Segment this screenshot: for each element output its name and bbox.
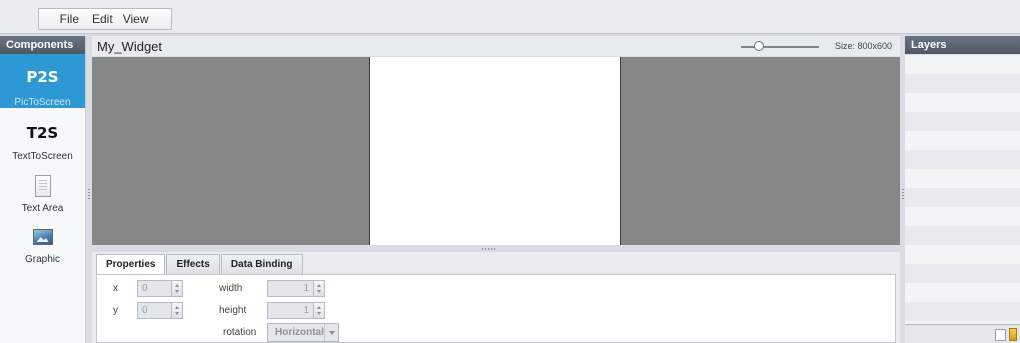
left-splitter-grip[interactable] xyxy=(88,189,90,201)
x-stepper[interactable]: 0 xyxy=(137,280,183,297)
layers-footer xyxy=(905,326,1020,343)
widget-canvas[interactable] xyxy=(369,57,621,245)
editor-header: My_Widget Size: 800x600 xyxy=(92,36,900,56)
y-row: y 0 xyxy=(113,302,183,319)
rotation-label: rotation xyxy=(223,327,257,338)
layers-list[interactable] xyxy=(905,55,1020,325)
component-graphic[interactable]: Graphic xyxy=(0,220,85,270)
component-text-area[interactable]: Text Area xyxy=(0,162,85,220)
height-label: height xyxy=(219,305,247,316)
component-text-area-label: Text Area xyxy=(21,203,64,214)
component-texttoscreen-label: TextToScreen xyxy=(12,151,73,162)
y-stepper-arrows[interactable] xyxy=(171,303,182,318)
widget-title: My_Widget xyxy=(97,39,163,54)
text-area-icon xyxy=(34,175,51,197)
width-stepper[interactable]: 1 xyxy=(267,280,325,297)
component-texttoscreen-abbrev: T2S xyxy=(26,124,59,142)
graphic-icon xyxy=(32,229,53,245)
properties-body: x 0 y 0 width 1 height 1 rotation Horizo… xyxy=(96,274,896,343)
x-row: x 0 xyxy=(113,280,183,297)
component-graphic-label: Graphic xyxy=(24,254,60,265)
canvas-size-label: Size: 800x600 xyxy=(834,41,892,51)
components-panel: Components P2S PicToScreen T2S TextToScr… xyxy=(0,36,86,343)
component-pictoscreen[interactable]: P2S PicToScreen xyxy=(0,54,85,108)
width-value[interactable]: 1 xyxy=(268,283,313,294)
height-row: height 1 xyxy=(219,302,325,319)
x-label: x xyxy=(113,283,118,294)
properties-tabs: Properties Effects Data Binding xyxy=(96,254,304,276)
tab-properties[interactable]: Properties xyxy=(96,254,166,276)
menu-edit[interactable]: Edit xyxy=(89,12,123,26)
copy-icon[interactable] xyxy=(992,327,1006,341)
rotation-value[interactable]: Horizontal xyxy=(268,327,324,338)
layers-header: Layers xyxy=(905,36,1020,54)
rotation-row: rotation Horizontal xyxy=(223,323,339,342)
width-stepper-arrows[interactable] xyxy=(313,281,324,296)
menu-bar: File Edit View xyxy=(0,0,1020,34)
height-value[interactable]: 1 xyxy=(268,305,313,316)
component-pictoscreen-label: PicToScreen xyxy=(14,97,71,108)
x-value[interactable]: 0 xyxy=(138,283,171,294)
width-label: width xyxy=(219,283,243,294)
properties-panel: Properties Effects Data Binding x 0 y 0 … xyxy=(92,252,900,343)
rotation-select[interactable]: Horizontal xyxy=(267,323,339,342)
component-texttoscreen[interactable]: T2S TextToScreen xyxy=(0,108,85,162)
width-row: width 1 xyxy=(219,280,325,297)
right-splitter-grip[interactable] xyxy=(902,189,904,201)
tab-data-binding[interactable]: Data Binding xyxy=(220,254,303,274)
add-layer-icon[interactable] xyxy=(1009,328,1017,341)
y-stepper[interactable]: 0 xyxy=(137,302,183,319)
height-stepper-arrows[interactable] xyxy=(313,303,324,318)
y-value[interactable]: 0 xyxy=(138,305,171,316)
menu-strip: File Edit View xyxy=(38,8,172,30)
layers-panel: Layers xyxy=(905,36,1020,343)
bottom-splitter-grip[interactable] xyxy=(482,248,496,250)
menu-file[interactable]: File xyxy=(39,12,89,26)
zoom-slider[interactable] xyxy=(741,46,819,48)
tab-effects[interactable]: Effects xyxy=(166,254,220,274)
stage-area[interactable] xyxy=(92,57,900,245)
x-stepper-arrows[interactable] xyxy=(171,281,182,296)
menu-view[interactable]: View xyxy=(123,12,159,26)
y-label: y xyxy=(113,305,118,316)
height-stepper[interactable]: 1 xyxy=(267,302,325,319)
components-header: Components xyxy=(0,36,85,54)
component-pictoscreen-abbrev: P2S xyxy=(26,68,59,86)
zoom-slider-thumb[interactable] xyxy=(754,41,764,51)
chevron-down-icon[interactable] xyxy=(324,324,338,341)
